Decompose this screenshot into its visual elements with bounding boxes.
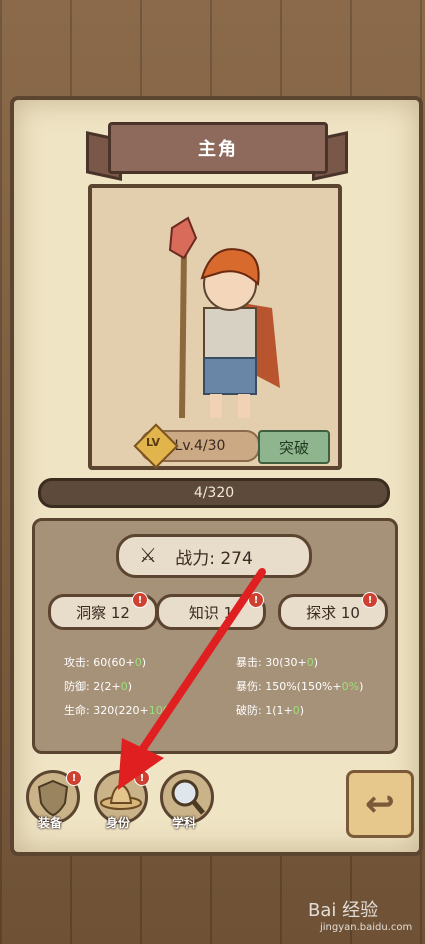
- attr-knowledge-label: 知识 1: [188, 603, 234, 622]
- experience-bar: 4/320: [38, 478, 390, 508]
- page-title: 主角: [108, 122, 328, 174]
- attr-insight-label: 洞察 12: [76, 603, 130, 622]
- attr-explore-alert-icon: !: [362, 592, 378, 608]
- combat-power-display: ⚔ 战力: 274: [116, 534, 312, 578]
- subject-label: 学科: [172, 816, 197, 830]
- stat-health: 生命: 320(220+100: [64, 704, 170, 717]
- attr-insight-alert-icon: !: [132, 592, 148, 608]
- sword-icon: ⚔: [139, 543, 157, 567]
- watermark: Bai 经验: [308, 900, 379, 921]
- breakthrough-button[interactable]: 突破: [258, 430, 330, 464]
- equipment-alert-icon: !: [66, 770, 82, 786]
- back-button[interactable]: ↩: [346, 770, 414, 838]
- stat-defense: 防御: 2(2+0): [64, 680, 133, 693]
- identity-label: 身份: [106, 816, 131, 830]
- level-badge-label: LV: [146, 436, 161, 449]
- attr-knowledge-alert-icon: !: [248, 592, 264, 608]
- identity-alert-icon: !: [134, 770, 150, 786]
- hero-character-illustration: [168, 216, 280, 419]
- stat-armor-break: 破防: 1(1+0): [236, 704, 305, 717]
- attr-explore-label: 探求 10: [306, 603, 360, 622]
- combat-power-label: 战力: 274: [175, 548, 253, 569]
- stat-crit: 暴击: 30(30+0): [236, 656, 319, 669]
- stat-crit-damage: 暴伤: 150%(150%+0%): [236, 680, 364, 693]
- back-arrow-icon: ↩: [364, 783, 396, 825]
- watermark-url: jingyan.baidu.com: [320, 922, 413, 933]
- stat-attack: 攻击: 60(60+0): [64, 656, 147, 669]
- equipment-label: 装备: [38, 816, 63, 830]
- hero-portrait: [88, 184, 342, 470]
